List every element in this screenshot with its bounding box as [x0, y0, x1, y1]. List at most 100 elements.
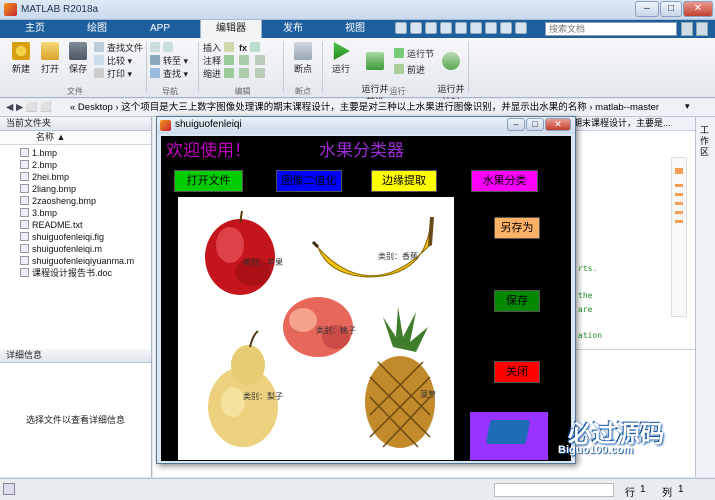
list-item[interactable]: shuiguofenleiqiyuanma.m [0, 255, 151, 267]
advance-button[interactable]: 前进 [394, 64, 436, 77]
list-item[interactable]: 3.bmp [0, 207, 151, 219]
open-file-button[interactable]: 打开文件 [174, 170, 243, 192]
image-display-axes: 类别：苹果 类别：香蕉 类别：桃子 类别：梨子 菠萝 [178, 197, 454, 460]
image-file-icon [20, 148, 29, 157]
list-item[interactable]: 1.bmp [0, 147, 151, 159]
fx-menu-icon[interactable] [249, 42, 260, 52]
tab-publish[interactable]: 发布 [268, 20, 318, 38]
figure-maximize-button[interactable]: □ [526, 118, 544, 131]
group-label-navigate: 导航 [162, 87, 178, 96]
comment-button[interactable]: 注释 [203, 55, 283, 68]
group-label-breakpoints: 断点 [295, 87, 311, 96]
tab-apps[interactable]: APP [135, 20, 185, 38]
ribbon-separator [322, 42, 323, 92]
figure-minimize-button[interactable]: – [507, 118, 525, 131]
minimize-button[interactable]: – [635, 1, 659, 17]
list-item[interactable]: shuiguofenleiqi.fig [0, 231, 151, 243]
open-button[interactable]: 打开 [37, 42, 63, 75]
binarize-button[interactable]: 图像二值化 [276, 170, 342, 192]
graduation-cap-icon [485, 420, 531, 444]
pear-label: 类别：梨子 [243, 391, 283, 401]
list-item[interactable]: 2zaosheng.bmp [0, 195, 151, 207]
peach-label: 类别：桃子 [316, 325, 356, 335]
quick-redo-icon[interactable] [470, 22, 482, 34]
save-button[interactable]: 保存 [65, 42, 91, 75]
tab-plots[interactable]: 绘图 [72, 20, 122, 38]
image-file-icon [20, 184, 29, 193]
classify-button[interactable]: 水果分类 [471, 170, 538, 192]
path-dropdown-icon[interactable]: ▾ [685, 101, 695, 115]
indent-button[interactable]: 缩进 [203, 68, 283, 81]
tab-home[interactable]: 主页 [10, 20, 60, 38]
maximize-button[interactable]: □ [660, 1, 682, 17]
find-files-button[interactable]: 查找文件 [94, 42, 144, 55]
insert-button[interactable]: 插入 fx [203, 42, 283, 55]
run-button[interactable]: 运行 [328, 42, 354, 75]
insert-icon [223, 42, 234, 52]
path-bar[interactable]: ◀ ▶ ⬜ ⬜ « Desktop › 这个项目是大三上数字图像处理课的期末课程设… [0, 99, 715, 117]
quick-cut-icon[interactable] [410, 22, 422, 34]
quick-help-icon[interactable] [500, 22, 512, 34]
run-section-button[interactable]: 运行节 [394, 48, 436, 61]
quick-dropdown-icon[interactable] [515, 22, 527, 34]
watermark: 必过源码 Biguo100.com [470, 412, 715, 462]
image-file-icon [20, 172, 29, 181]
collapse-ribbon-icon[interactable] [696, 22, 708, 36]
edge-detect-button[interactable]: 边缘提取 [371, 170, 437, 192]
save-as-button[interactable]: 另存为 [494, 217, 540, 239]
outdent-icon [254, 68, 265, 78]
editor-breadcrumb: 期末课程设计，主要是... [573, 117, 695, 131]
list-item[interactable]: README.txt [0, 219, 151, 231]
list-item[interactable]: 课程设计报告书.doc [0, 267, 151, 279]
tab-view[interactable]: 视图 [330, 20, 380, 38]
print-button[interactable]: 打印 ▾ [94, 68, 144, 81]
group-label-run: 运行 [389, 87, 406, 96]
editor-scrollbar[interactable] [671, 157, 687, 317]
wrap-icon [239, 55, 250, 65]
pineapple-image [365, 307, 435, 448]
quick-copy-icon[interactable] [425, 22, 437, 34]
list-item[interactable]: 2liang.bmp [0, 183, 151, 195]
figure-close-button[interactable]: ✕ [545, 118, 571, 131]
find-button[interactable]: 查找 ▾ [150, 68, 195, 81]
tab-editor[interactable]: 编辑器 [200, 20, 262, 38]
doc-file-icon [20, 268, 29, 277]
current-path[interactable]: « Desktop › 这个项目是大三上数字图像处理课的期末课程设计，主要是对三… [70, 102, 659, 113]
new-button[interactable]: 新建 [8, 42, 34, 75]
fx-button[interactable]: fx [239, 43, 247, 53]
nav-arrows-icon[interactable]: ◀ ▶ ⬜ ⬜ [0, 99, 70, 116]
group-label-file: 文件 [67, 87, 83, 96]
filter-icon[interactable] [681, 22, 693, 36]
run-advance-icon [366, 52, 384, 70]
compare-button[interactable]: 比较 ▾ [94, 55, 144, 68]
quick-paste-icon[interactable] [440, 22, 452, 34]
matlab-logo-icon [4, 3, 17, 16]
close-window-button[interactable]: ✕ [683, 1, 713, 17]
fruit-image: 类别：苹果 类别：香蕉 类别：桃子 类别：梨子 菠萝 [205, 210, 436, 448]
line-label: 行 [625, 488, 635, 499]
search-docs-input[interactable]: 搜索文档 [545, 22, 677, 36]
list-item[interactable]: 2.bmp [0, 159, 151, 171]
close-figure-button[interactable]: 关闭 [494, 361, 540, 383]
goto-button[interactable]: 转至 ▾ [150, 55, 195, 68]
list-item[interactable]: shuiguofenleiqi.m [0, 243, 151, 255]
run-time-icon [442, 52, 460, 70]
list-item[interactable]: 2hei.bmp [0, 171, 151, 183]
m-file-icon [20, 244, 29, 253]
nav-back-icon[interactable] [150, 42, 195, 55]
code-line: the [578, 291, 593, 300]
banana-image [311, 217, 434, 278]
smart-indent-icon [239, 68, 250, 78]
goto-icon [150, 55, 160, 65]
quick-save-icon[interactable] [395, 22, 407, 34]
quick-switch-icon[interactable] [485, 22, 497, 34]
save-figure-button[interactable]: 保存 [494, 290, 540, 312]
quick-undo-icon[interactable] [455, 22, 467, 34]
workspace-label: 工作区 [700, 125, 710, 157]
details-placeholder: 选择文件以查看详细信息 [25, 415, 125, 425]
ribbon-separator [283, 42, 284, 92]
uncomment-icon [254, 55, 265, 65]
breakpoints-button[interactable]: 断点 [289, 42, 317, 75]
name-column-header[interactable]: 名称 ▲ [0, 131, 151, 145]
text-file-icon [20, 220, 29, 229]
